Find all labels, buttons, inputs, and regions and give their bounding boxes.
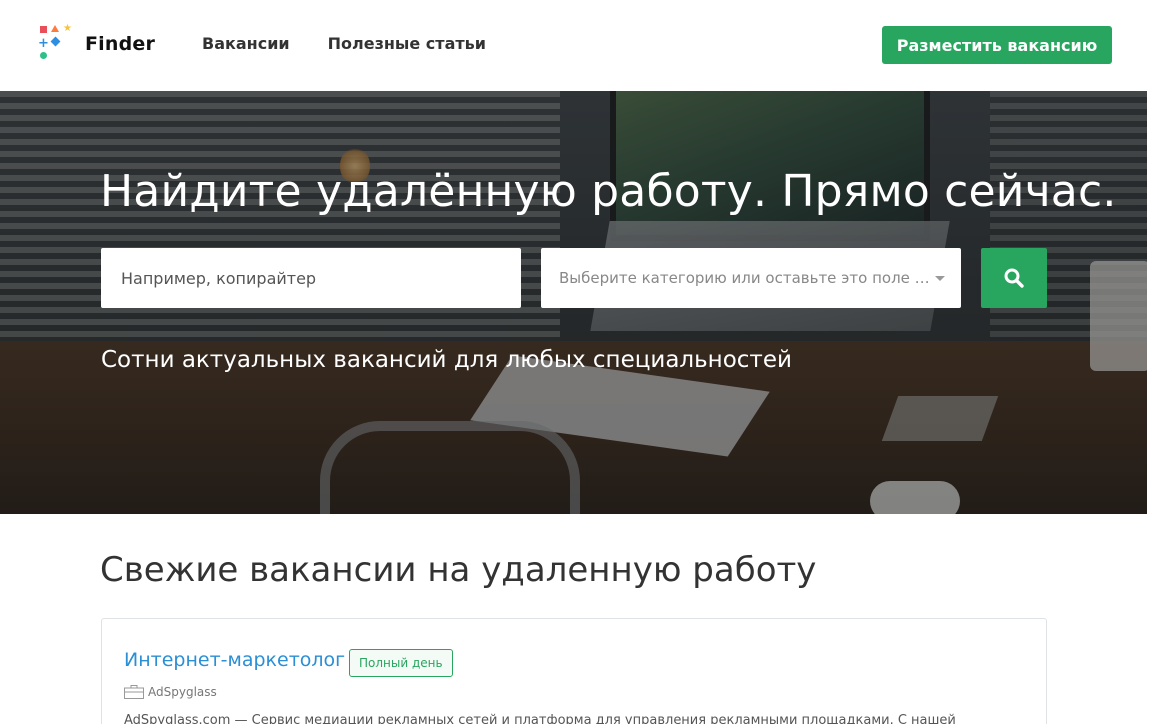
logo-mark-icon: ★ + bbox=[38, 24, 78, 64]
category-select[interactable]: Выберите категорию или оставьте это поле… bbox=[541, 248, 961, 308]
hero-subtitle: Сотни актуальных вакансий для любых спец… bbox=[101, 347, 792, 373]
search-icon bbox=[1004, 268, 1024, 288]
category-select-placeholder: Выберите категорию или оставьте это поле… bbox=[559, 269, 931, 287]
hero-section: Найдите удалённую работу. Прямо сейчас. … bbox=[0, 91, 1147, 514]
job-type-badge: Полный день bbox=[349, 649, 453, 677]
main-nav: Вакансии Полезные статьи bbox=[202, 34, 486, 53]
job-title-link[interactable]: Интернет-маркетолог bbox=[124, 649, 345, 671]
site-header: ★ + Finder Вакансии Полезные статьи Разм… bbox=[0, 0, 1147, 91]
nav-link-articles[interactable]: Полезные статьи bbox=[328, 34, 486, 53]
hero-title: Найдите удалённую работу. Прямо сейчас. bbox=[100, 166, 1117, 217]
logo-text: Finder bbox=[85, 33, 156, 55]
job-card[interactable]: Интернет-маркетолог Полный день AdSpygla… bbox=[101, 618, 1047, 724]
company: AdSpyglass bbox=[124, 685, 217, 699]
job-description: AdSpyglass.com — Сервис медиации рекламн… bbox=[124, 713, 956, 724]
chevron-down-icon bbox=[935, 276, 945, 281]
nav-link-vacancies[interactable]: Вакансии bbox=[202, 34, 290, 53]
logo[interactable]: ★ + Finder bbox=[38, 24, 158, 64]
company-name: AdSpyglass bbox=[148, 685, 217, 699]
briefcase-icon bbox=[124, 685, 144, 699]
section-title: Свежие вакансии на удаленную работу bbox=[100, 550, 817, 590]
post-vacancy-button[interactable]: Разместить вакансию bbox=[882, 26, 1112, 64]
search-button[interactable] bbox=[981, 248, 1047, 308]
search-input[interactable] bbox=[101, 248, 521, 308]
